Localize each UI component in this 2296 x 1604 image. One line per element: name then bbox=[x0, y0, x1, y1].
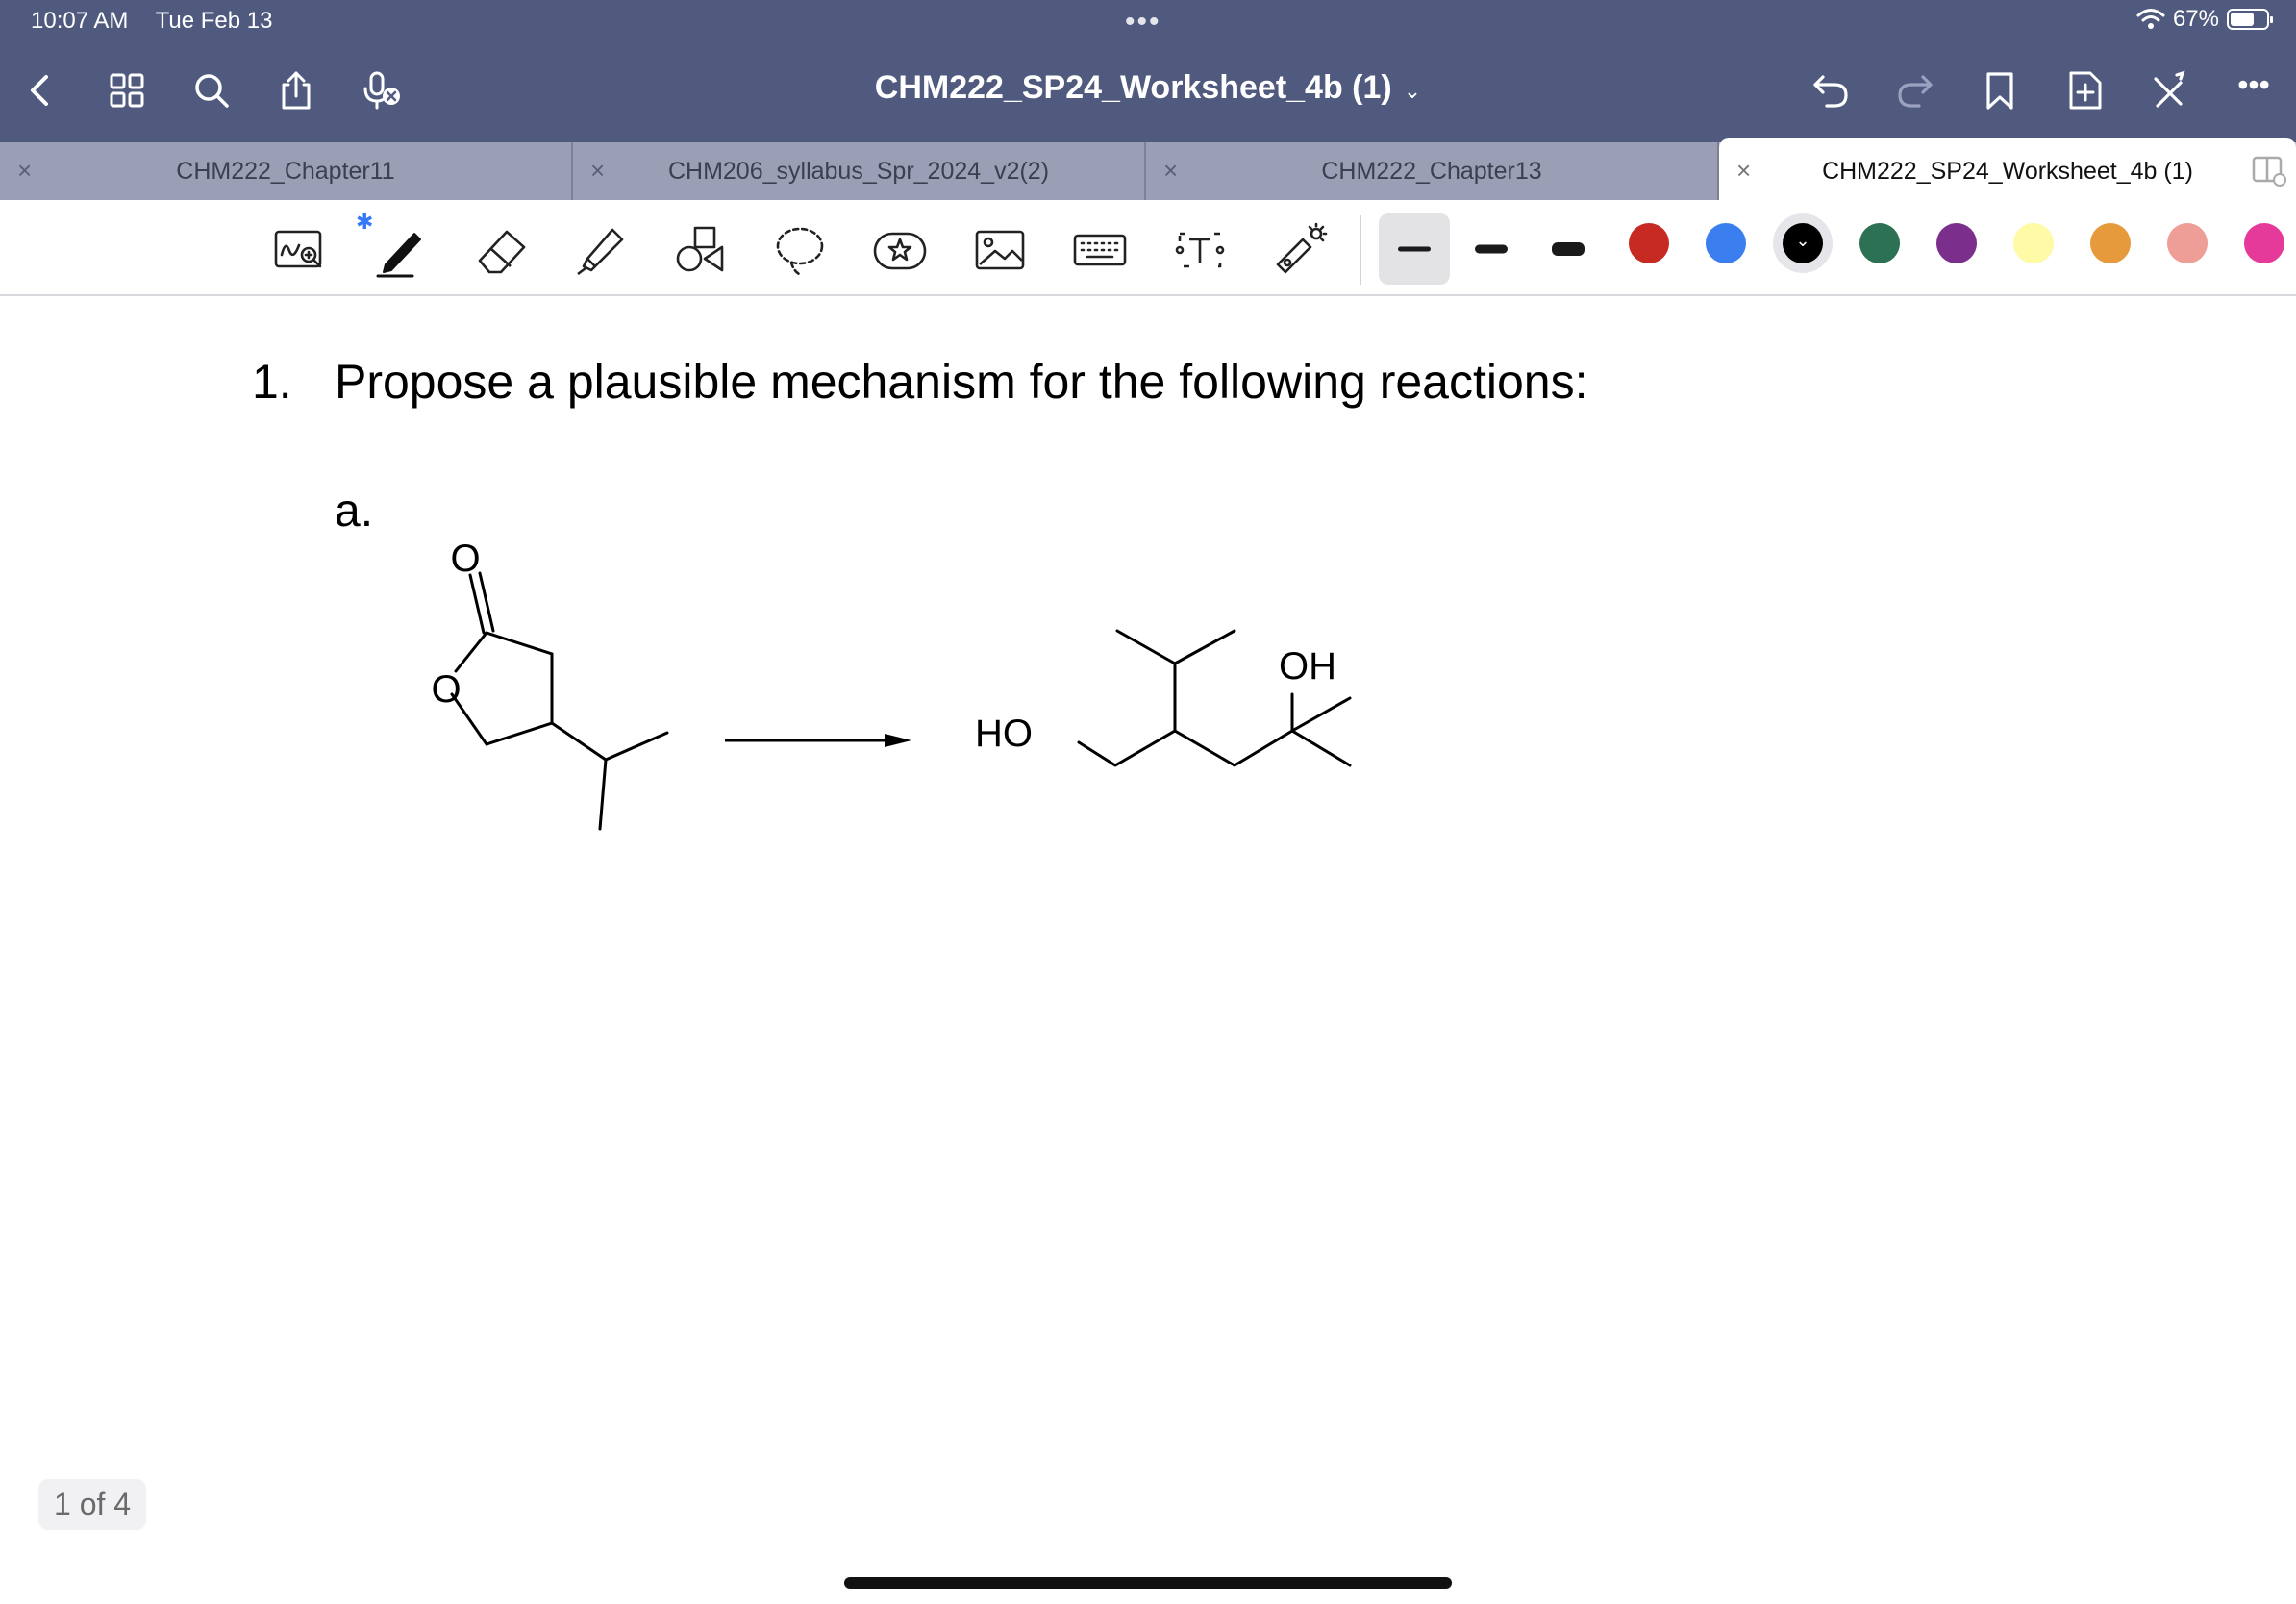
battery-level bbox=[2231, 13, 2255, 26]
title-chevron-down-icon[interactable]: ⌄ bbox=[1404, 79, 1421, 103]
battery-percent: 67% bbox=[2172, 6, 2219, 32]
tab-label: CHM222_Chapter11 bbox=[176, 158, 395, 185]
highlighter-icon[interactable] bbox=[569, 219, 631, 281]
color-swatch-black[interactable]: ⌄ bbox=[1783, 223, 1823, 263]
thickness-thin-sample bbox=[1398, 246, 1431, 252]
thickness-medium[interactable] bbox=[1456, 213, 1527, 285]
tab-chm222-worksheet-4b[interactable]: × CHM222_SP24_Worksheet_4b (1) bbox=[1719, 138, 2296, 200]
ring-oxygen-label: O bbox=[431, 668, 461, 711]
part-label: a. bbox=[335, 486, 374, 537]
handwriting-search-icon[interactable] bbox=[269, 219, 331, 281]
document-title-area: CHM222_SP24_Worksheet_4b (1) ⌄ bbox=[0, 69, 2296, 107]
tab-chm206-syllabus[interactable]: × CHM206_syllabus_Spr_2024_v2(2) bbox=[573, 142, 1146, 200]
battery-icon bbox=[2227, 9, 2273, 30]
undo-icon[interactable] bbox=[1808, 67, 1854, 113]
reaction-scheme: O O HO OH bbox=[431, 538, 1352, 831]
thickness-medium-sample bbox=[1475, 244, 1508, 254]
carbonyl-oxygen-label: O bbox=[450, 538, 480, 580]
product-diol: HO OH bbox=[975, 629, 1352, 767]
tab-chm222-chapter11[interactable]: × CHM222_Chapter11 bbox=[0, 142, 573, 200]
color-swatch-yellow[interactable] bbox=[2013, 223, 2054, 263]
document-title[interactable]: CHM222_SP24_Worksheet_4b (1) bbox=[875, 69, 1392, 106]
tab-label: CHM222_SP24_Worksheet_4b (1) bbox=[1822, 158, 2193, 185]
status-bar-left: 10:07 AM Tue Feb 13 bbox=[31, 8, 294, 35]
thickness-thick-sample bbox=[1552, 242, 1585, 256]
tab-bar: × CHM222_Chapter11 × CHM206_syllabus_Spr… bbox=[0, 138, 2296, 200]
image-icon[interactable] bbox=[969, 219, 1031, 281]
keyboard-icon[interactable] bbox=[1069, 219, 1131, 281]
home-indicator[interactable] bbox=[844, 1577, 1452, 1589]
color-swatch-pink[interactable] bbox=[2167, 223, 2208, 263]
toolbar-divider bbox=[1360, 215, 1361, 285]
lasso-icon[interactable] bbox=[769, 219, 831, 281]
page-indicator: 1 of 4 bbox=[38, 1479, 147, 1530]
eraser-icon[interactable] bbox=[471, 219, 533, 281]
tab-label: CHM222_Chapter13 bbox=[1321, 158, 1542, 185]
question-text: Propose a plausible mechanism for the fo… bbox=[335, 355, 1588, 409]
close-toolbar-icon[interactable] bbox=[2146, 67, 2192, 113]
redo-icon[interactable] bbox=[1892, 67, 1938, 113]
question-heading: 1. Propose a plausible mechanism for the … bbox=[252, 354, 1587, 410]
color-swatch-red[interactable] bbox=[1629, 223, 1669, 263]
multitasking-dots[interactable]: ••• bbox=[1125, 6, 1161, 38]
question-number: 1. bbox=[252, 355, 292, 409]
pen-icon[interactable] bbox=[371, 219, 433, 281]
thickness-thick[interactable] bbox=[1533, 213, 1604, 285]
tab-label: CHM206_syllabus_Spr_2024_v2(2) bbox=[667, 158, 1050, 185]
color-swatch-magenta[interactable] bbox=[2244, 223, 2284, 263]
tab-close-icon[interactable]: × bbox=[1736, 156, 1751, 186]
selected-check-icon: ⌄ bbox=[1795, 230, 1810, 250]
hydroxyl-oh-label: OH bbox=[1279, 645, 1336, 688]
top-bar: 10:07 AM Tue Feb 13 ••• 67% CHM222_SP24_… bbox=[0, 0, 2296, 142]
add-page-icon[interactable] bbox=[2061, 67, 2108, 113]
color-swatch-green[interactable] bbox=[1859, 223, 1900, 263]
color-swatch-blue[interactable] bbox=[1706, 223, 1746, 263]
status-date: Tue Feb 13 bbox=[155, 8, 273, 34]
more-icon[interactable]: ••• bbox=[2231, 62, 2277, 108]
microphone-off-icon[interactable] bbox=[358, 67, 404, 113]
search-icon[interactable] bbox=[188, 67, 235, 113]
shapes-icon[interactable] bbox=[669, 219, 731, 281]
split-view-icon[interactable] bbox=[2252, 156, 2286, 187]
laser-pointer-icon[interactable] bbox=[1269, 219, 1331, 281]
back-chevron-icon[interactable] bbox=[17, 67, 63, 113]
tab-chm222-chapter13[interactable]: × CHM222_Chapter13 bbox=[1146, 142, 1719, 200]
share-icon[interactable] bbox=[273, 67, 319, 113]
hydroxyl-ho-label: HO bbox=[975, 713, 1033, 755]
reactant-lactone: O O bbox=[431, 538, 669, 831]
thickness-thin[interactable] bbox=[1379, 213, 1450, 285]
status-time: 10:07 AM bbox=[31, 8, 129, 34]
sticker-icon[interactable] bbox=[869, 219, 931, 281]
wifi-icon bbox=[2136, 9, 2165, 29]
status-bar-right: 67% bbox=[2136, 6, 2273, 33]
color-swatch-orange[interactable] bbox=[2090, 223, 2131, 263]
bookmark-icon[interactable] bbox=[1977, 67, 2023, 113]
text-box-icon[interactable] bbox=[1169, 219, 1231, 281]
grid-icon[interactable] bbox=[104, 67, 150, 113]
color-swatch-purple[interactable] bbox=[1936, 223, 1977, 263]
reaction-arrow bbox=[725, 734, 911, 747]
